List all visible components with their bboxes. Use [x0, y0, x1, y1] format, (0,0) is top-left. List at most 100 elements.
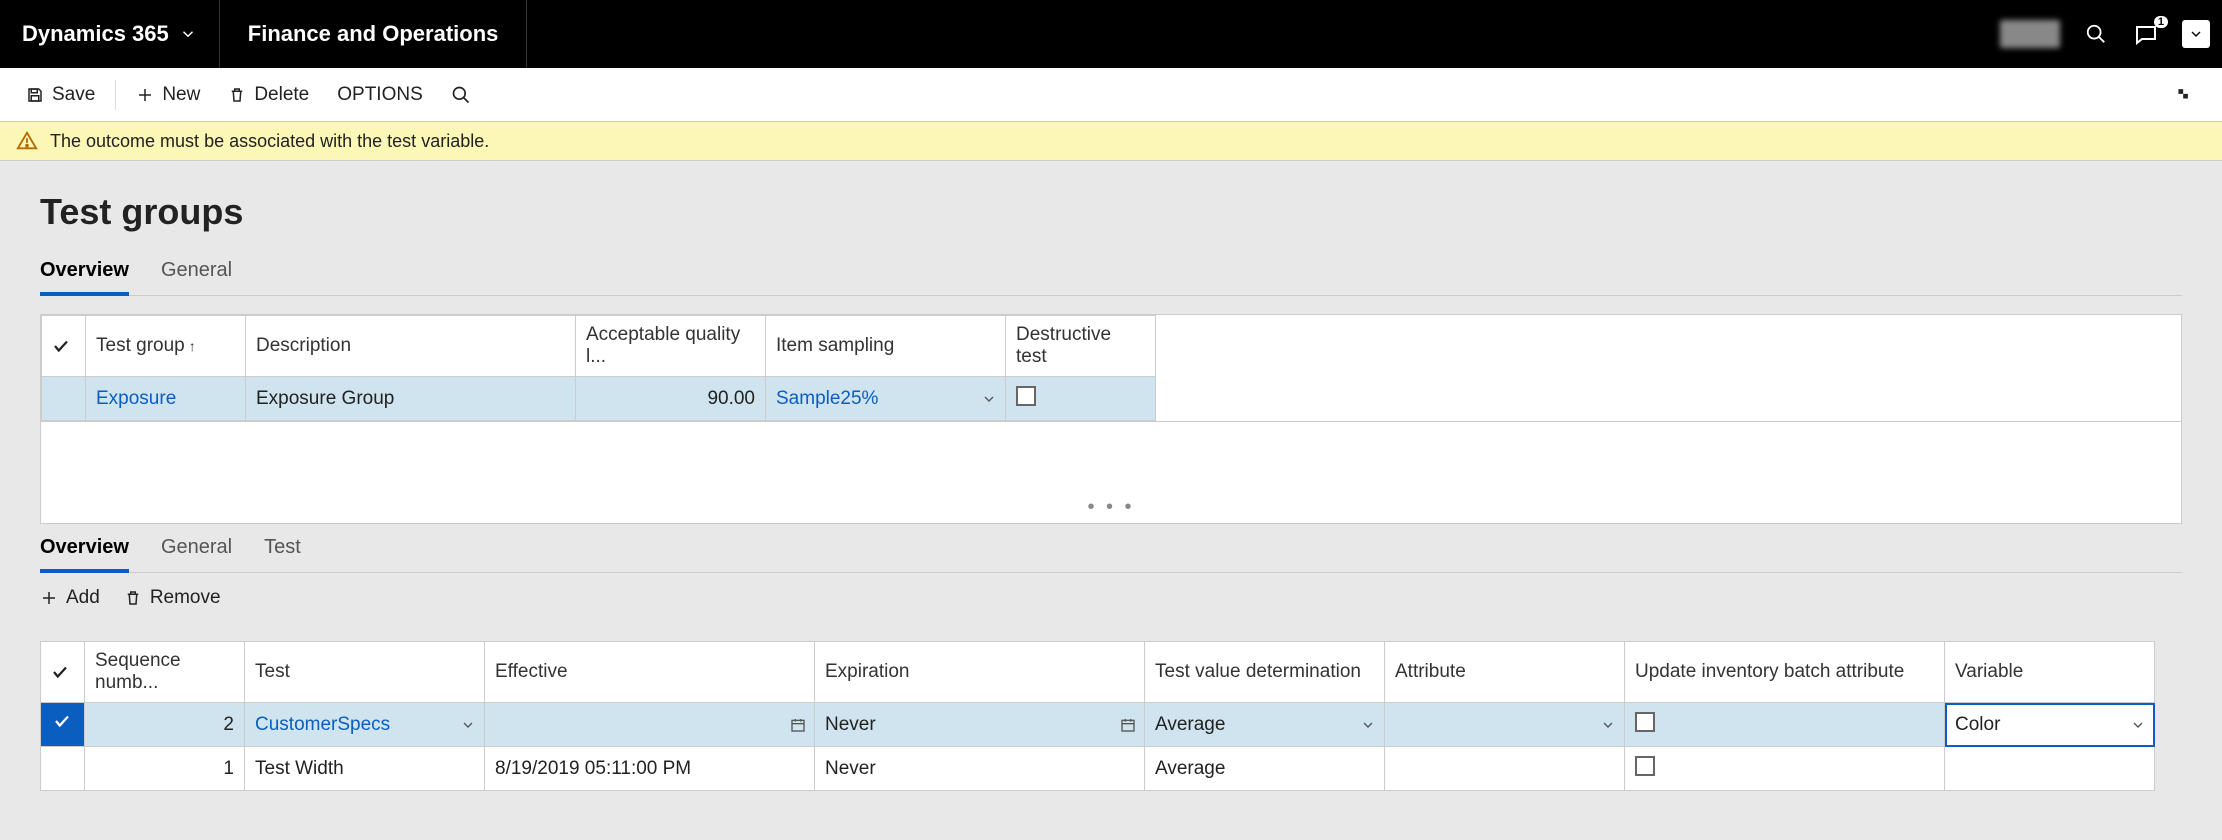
col-seq[interactable]: Sequence numb...	[85, 642, 245, 703]
cell-effective[interactable]	[485, 703, 815, 747]
col-test[interactable]: Test	[245, 642, 485, 703]
action-bar: Save New Delete OPTIONS	[0, 68, 2222, 122]
col-effective[interactable]: Effective	[485, 642, 815, 703]
cell-test-group[interactable]: Exposure	[86, 377, 246, 421]
chevron-down-icon	[460, 717, 476, 733]
col-expiration[interactable]: Expiration	[815, 642, 1145, 703]
add-label: Add	[66, 587, 100, 609]
row-selector[interactable]	[42, 377, 86, 421]
tab-test-bottom[interactable]: Test	[264, 528, 301, 573]
brand-label: Dynamics 365	[22, 21, 169, 47]
tab-general-bottom[interactable]: General	[161, 528, 232, 573]
search-icon	[451, 85, 471, 105]
col-item-sampling[interactable]: Item sampling	[766, 316, 1006, 377]
cell-update-attr[interactable]	[1625, 703, 1945, 747]
splitter-handle[interactable]: • • •	[41, 492, 2181, 523]
cell-attribute[interactable]	[1385, 703, 1625, 747]
cell-tvd[interactable]: Average	[1145, 703, 1385, 747]
add-button[interactable]: Add	[40, 587, 100, 609]
page-title: Test groups	[40, 191, 2182, 233]
chat-icon[interactable]: 1	[2132, 20, 2160, 48]
dropdown-icon[interactable]	[2182, 20, 2210, 48]
chevron-down-icon	[1360, 717, 1376, 733]
cell-variable[interactable]: Color	[1945, 703, 2155, 747]
tab-overview-bottom[interactable]: Overview	[40, 528, 129, 573]
user-area[interactable]	[2000, 20, 2060, 48]
cell-effective[interactable]: 8/19/2019 05:11:00 PM	[485, 747, 815, 791]
select-all-header[interactable]	[42, 316, 86, 377]
checkbox[interactable]	[1635, 756, 1655, 776]
content-area: Test groups Overview General Test group↑…	[0, 161, 2222, 791]
grid2-row[interactable]: 2 CustomerSpecs Never Average	[41, 703, 2155, 747]
tabs-top: Overview General	[40, 251, 2182, 296]
cell-variable[interactable]	[1945, 747, 2155, 791]
cell-test[interactable]: CustomerSpecs	[245, 703, 485, 747]
trash-icon	[124, 589, 142, 607]
grid1-row[interactable]: Exposure Exposure Group 90.00 Sample25%	[42, 377, 1156, 421]
cell-test[interactable]: Test Width	[245, 747, 485, 791]
plus-icon	[40, 589, 58, 607]
col-test-group[interactable]: Test group↑	[86, 316, 246, 377]
sort-asc-icon: ↑	[189, 338, 196, 354]
search-action-button[interactable]	[437, 79, 485, 111]
trash-icon	[228, 86, 246, 104]
remove-label: Remove	[150, 587, 221, 609]
new-button[interactable]: New	[122, 78, 214, 112]
tab-general-top[interactable]: General	[161, 251, 232, 296]
check-icon	[51, 663, 69, 681]
cell-seq[interactable]: 1	[85, 747, 245, 791]
col-tvd[interactable]: Test value determination	[1145, 642, 1385, 703]
tab-overview-top[interactable]: Overview	[40, 251, 129, 296]
cell-update-attr[interactable]	[1625, 747, 1945, 791]
cell-expiration[interactable]: Never	[815, 703, 1145, 747]
col-destructive[interactable]: Destructive test	[1006, 316, 1156, 377]
cell-destructive[interactable]	[1006, 377, 1156, 421]
popout-icon	[2172, 85, 2192, 105]
save-label: Save	[52, 84, 95, 106]
cell-tvd[interactable]: Average	[1145, 747, 1385, 791]
test-groups-grid: Test group↑ Description Acceptable quali…	[40, 314, 2182, 422]
col-update-attr[interactable]: Update inventory batch attribute	[1625, 642, 1945, 703]
save-icon	[26, 86, 44, 104]
warning-icon	[16, 130, 38, 152]
chevron-down-icon	[2130, 717, 2146, 733]
grid2-row[interactable]: 1 Test Width 8/19/2019 05:11:00 PM Never…	[41, 747, 2155, 791]
row-selector-checked[interactable]	[41, 703, 85, 747]
top-bar: Dynamics 365 Finance and Operations 1	[0, 0, 2222, 68]
grid2-header-row: Sequence numb... Test Effective Expirati…	[41, 642, 2155, 703]
grid1-header-row: Test group↑ Description Acceptable quali…	[42, 316, 1156, 377]
cell-expiration[interactable]: Never	[815, 747, 1145, 791]
col-variable[interactable]: Variable	[1945, 642, 2155, 703]
cell-aql[interactable]: 90.00	[576, 377, 766, 421]
options-button[interactable]: OPTIONS	[323, 78, 437, 112]
tabs-bottom: Overview General Test	[40, 528, 2182, 573]
brand-dropdown[interactable]: Dynamics 365	[0, 0, 220, 68]
select-all-header-2[interactable]	[41, 642, 85, 703]
remove-button[interactable]: Remove	[124, 587, 221, 609]
notification-badge: 1	[2154, 16, 2168, 28]
col-aql[interactable]: Acceptable quality l...	[576, 316, 766, 377]
checkbox[interactable]	[1016, 386, 1036, 406]
delete-label: Delete	[254, 84, 309, 106]
cell-seq[interactable]: 2	[85, 703, 245, 747]
topbar-icons: 1	[2000, 0, 2222, 68]
new-label: New	[162, 84, 200, 106]
calendar-icon	[1120, 717, 1136, 733]
search-icon[interactable]	[2082, 20, 2110, 48]
chevron-down-icon	[981, 391, 997, 407]
chevron-down-icon	[1600, 717, 1616, 733]
save-button[interactable]: Save	[12, 78, 109, 112]
options-label: OPTIONS	[337, 84, 423, 106]
popout-button[interactable]	[2154, 85, 2210, 105]
col-attribute[interactable]: Attribute	[1385, 642, 1625, 703]
checkbox[interactable]	[1635, 712, 1655, 732]
row-selector[interactable]	[41, 747, 85, 791]
warning-text: The outcome must be associated with the …	[50, 131, 489, 152]
cell-attribute[interactable]	[1385, 747, 1625, 791]
delete-button[interactable]: Delete	[214, 78, 323, 112]
warning-bar: The outcome must be associated with the …	[0, 122, 2222, 161]
col-description[interactable]: Description	[246, 316, 576, 377]
cell-description[interactable]: Exposure Group	[246, 377, 576, 421]
chevron-down-icon	[179, 25, 197, 43]
cell-item-sampling[interactable]: Sample25%	[766, 377, 1006, 421]
